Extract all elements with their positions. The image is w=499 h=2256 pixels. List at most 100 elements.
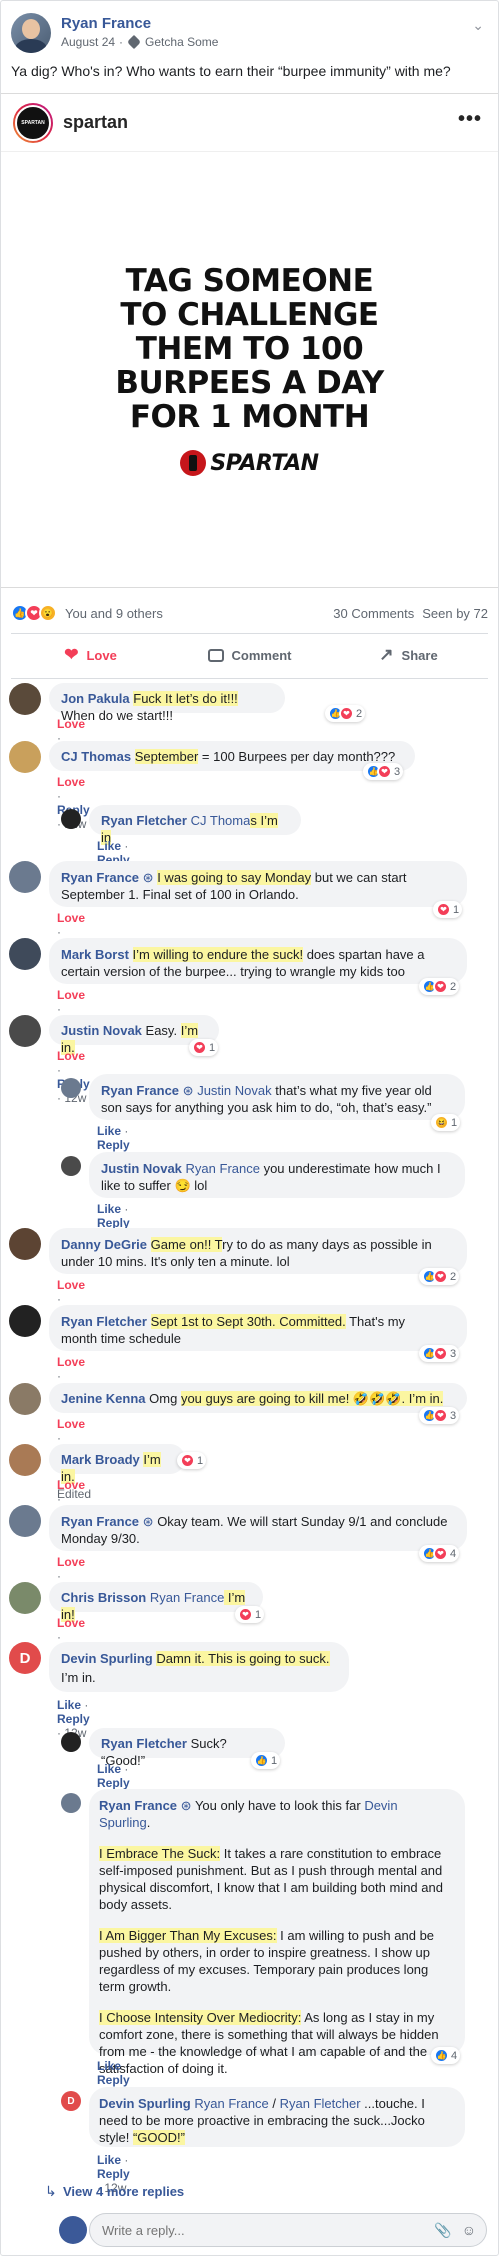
commenter-name[interactable]: CJ Thomas (61, 749, 131, 764)
reaction-count[interactable]: 👍 ❤ 2 (419, 1268, 460, 1285)
reply-box[interactable]: 📎 ☺ (89, 2213, 487, 2247)
reaction-count[interactable]: 👍 ❤ 4 (419, 1545, 460, 1562)
like-link[interactable]: Like (97, 839, 121, 853)
author-avatar[interactable] (11, 13, 51, 53)
commenter-name[interactable]: Ryan France (61, 1514, 139, 1529)
attach-icon[interactable]: 📎 (434, 2222, 451, 2239)
commenter-name[interactable]: Ryan Fletcher (61, 1314, 147, 1329)
commenter-name[interactable]: Ryan Fletcher (101, 813, 187, 828)
mention-link[interactable]: Justin Novak (197, 1083, 271, 1098)
commenter-avatar[interactable] (9, 861, 41, 893)
commenter-avatar[interactable] (61, 1732, 81, 1752)
love-link[interactable]: Love (57, 1355, 85, 1369)
mention-link[interactable]: Ryan France (150, 1590, 224, 1605)
love-link[interactable]: Love (57, 1417, 85, 1431)
mention-link[interactable]: Ryan Fletcher (280, 2096, 361, 2111)
commenter-name[interactable]: Ryan Fletcher (101, 1736, 187, 1751)
commenter-avatar[interactable] (9, 1305, 41, 1337)
like-link[interactable]: Like (97, 1124, 121, 1138)
love-link[interactable]: Love (57, 911, 85, 925)
love-link[interactable]: Love (57, 775, 85, 789)
mention-link[interactable]: CJ Thoma (191, 813, 251, 828)
commenter-avatar[interactable] (61, 1078, 81, 1098)
like-link[interactable]: Like (57, 1698, 81, 1712)
commenter-name[interactable]: Danny DeGrie (61, 1237, 147, 1252)
reaction-icons[interactable]: 👍 ❤ 😮 (11, 604, 57, 622)
commenter-name[interactable]: Devin Spurling (61, 1651, 153, 1666)
mention-link[interactable]: Ryan France (194, 2096, 268, 2111)
reaction-count[interactable]: 👍 ❤ 3 (419, 1345, 460, 1362)
reply-link[interactable]: Reply (97, 2167, 130, 2181)
reply-link[interactable]: Reply (97, 1138, 130, 1152)
like-link[interactable]: Like (97, 1202, 121, 1216)
love-link[interactable]: Love (57, 988, 85, 1002)
reaction-count[interactable]: ❤ 1 (177, 1452, 207, 1469)
reactions-text[interactable]: You and 9 others (65, 606, 163, 621)
commenter-name[interactable]: Mark Borst (61, 947, 129, 962)
mention-link[interactable]: Ryan France (186, 1161, 260, 1176)
commenter-name[interactable]: Jon Pakula (61, 691, 130, 706)
commenter-name[interactable]: Justin Novak (61, 1023, 142, 1038)
reply-link[interactable]: Reply (97, 2073, 130, 2087)
post-author[interactable]: Ryan France (61, 15, 151, 32)
love-link[interactable]: Love (57, 1478, 85, 1492)
reaction-count[interactable]: 👍 ❤ 2 (419, 978, 460, 995)
more-options-icon[interactable]: ••• (458, 108, 482, 131)
commenter-name[interactable]: Justin Novak (101, 1161, 182, 1176)
post-group[interactable]: Getcha Some (145, 35, 218, 49)
commenter-name[interactable]: Mark Broady (61, 1452, 140, 1467)
post-date[interactable]: August 24 (61, 35, 115, 49)
commenter-avatar[interactable] (61, 809, 81, 829)
reply-link[interactable]: Reply (57, 1712, 90, 1726)
reaction-count[interactable]: ❤ 1 (433, 901, 463, 918)
commenter-name[interactable]: Ryan France (101, 1083, 179, 1098)
commenter-avatar[interactable] (9, 741, 41, 773)
reply-input[interactable] (102, 2223, 402, 2238)
like-link[interactable]: Like (97, 2059, 121, 2073)
reaction-count[interactable]: 👍 1 (251, 1752, 281, 1769)
reaction-count[interactable]: 👍 ❤ 2 (325, 705, 366, 722)
mention-link[interactable]: Spurling (99, 1815, 147, 1830)
commenter-name[interactable]: Ryan France (99, 1798, 177, 1813)
commenter-avatar[interactable] (61, 1793, 81, 1813)
commenter-avatar[interactable] (9, 938, 41, 970)
commenter-avatar[interactable] (9, 1383, 41, 1415)
reaction-count[interactable]: ❤ 1 (189, 1039, 219, 1056)
love-link[interactable]: Love (57, 1049, 85, 1063)
love-link[interactable]: Love (57, 717, 85, 731)
love-button[interactable]: ❤ Love (11, 637, 170, 673)
share-button[interactable]: ↗ Share (329, 637, 488, 673)
commenter-avatar[interactable] (61, 1156, 81, 1176)
commenter-avatar[interactable] (9, 1444, 41, 1476)
reaction-count[interactable]: 👍 4 (431, 2047, 461, 2064)
commenter-avatar[interactable] (9, 683, 41, 715)
commenter-name[interactable]: Jenine Kenna (61, 1391, 146, 1406)
reaction-count[interactable]: ❤ 1 (235, 1606, 265, 1623)
reply-link[interactable]: Reply (97, 1776, 130, 1790)
commenter-avatar[interactable] (9, 1505, 41, 1537)
comments-count[interactable]: 30 Comments (333, 606, 414, 621)
commenter-avatar[interactable]: D (9, 1642, 41, 1674)
commenter-avatar[interactable] (9, 1582, 41, 1614)
view-more-replies[interactable]: View 4 more replies (63, 2184, 184, 2199)
commenter-avatar[interactable] (9, 1015, 41, 1047)
embed-account-name[interactable]: spartan (63, 112, 128, 133)
love-link[interactable]: Love (57, 1616, 85, 1630)
commenter-name[interactable]: Ryan France (61, 870, 139, 885)
comment-button[interactable]: Comment (170, 637, 329, 673)
love-link[interactable]: Love (57, 1555, 85, 1569)
commenter-name[interactable]: Devin Spurling (99, 2096, 191, 2111)
commenter-avatar[interactable] (9, 1228, 41, 1260)
reaction-count[interactable]: 👍 ❤ 3 (419, 1407, 460, 1424)
spartan-avatar[interactable]: SPARTAN (13, 103, 53, 143)
instagram-embed[interactable]: SPARTAN spartan ••• TAG SOMEONE TO CHALL… (1, 93, 498, 588)
commenter-name[interactable]: Chris Brisson (61, 1590, 146, 1605)
reaction-count[interactable]: 👍 ❤ 3 (363, 763, 404, 780)
reaction-count[interactable]: 😆 1 (431, 1114, 461, 1131)
chevron-down-icon[interactable]: ⌄ (472, 17, 484, 34)
mention-link[interactable]: Devin (364, 1798, 397, 1813)
emoji-icon[interactable]: ☺ (462, 2222, 476, 2239)
seen-count[interactable]: Seen by 72 (422, 606, 488, 621)
love-link[interactable]: Love (57, 1278, 85, 1292)
commenter-avatar[interactable]: D (61, 2091, 81, 2111)
